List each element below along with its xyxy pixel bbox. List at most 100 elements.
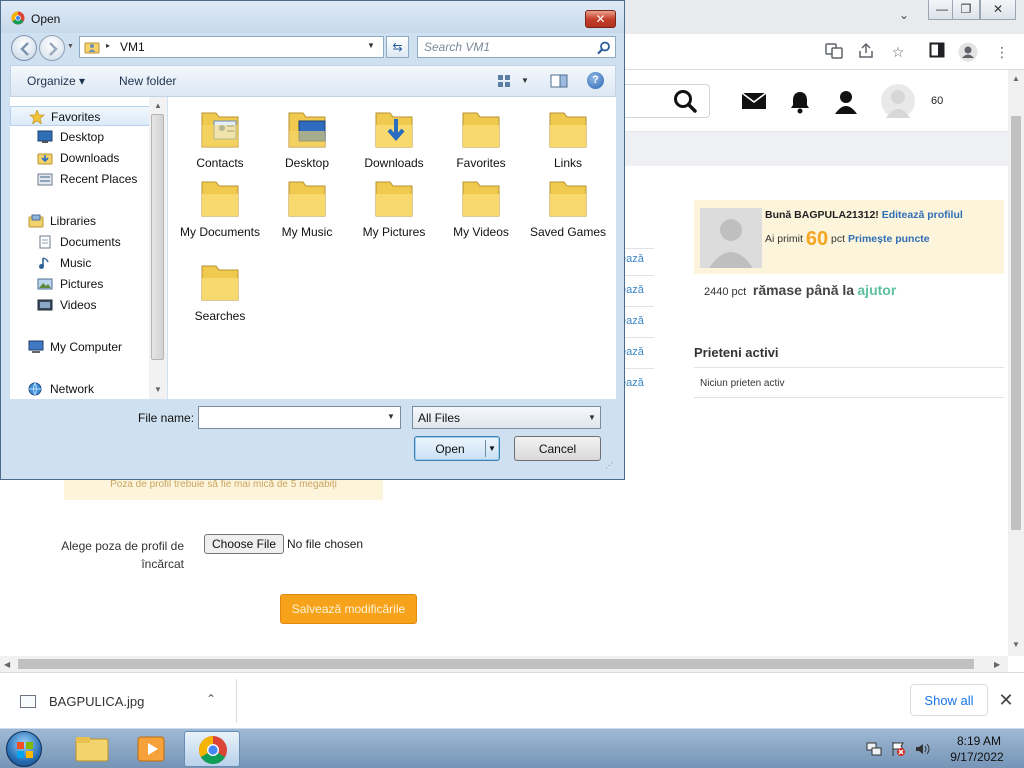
nav-item-network[interactable]: Network [10, 379, 150, 399]
browser-menu-icon[interactable]: ⋮ [992, 42, 1012, 62]
file-name-dropdown-icon[interactable]: ▼ [387, 412, 395, 421]
help-icon[interactable]: ? [587, 72, 604, 89]
browser-restore-button[interactable]: ❐ [952, 0, 980, 20]
address-bar[interactable]: ▸ VM1 ▼ [79, 36, 384, 58]
scroll-up-arrow-icon[interactable]: ▲ [1012, 74, 1020, 83]
folder-my-videos[interactable]: My Videos [437, 174, 521, 246]
resize-grip-icon[interactable]: ⋰ [605, 461, 617, 473]
folder-my-music[interactable]: My Music [263, 174, 347, 246]
address-chevron-icon[interactable]: ▸ [106, 41, 110, 50]
side-panel-icon[interactable] [927, 42, 947, 62]
folder-favorites[interactable]: Favorites [437, 105, 521, 177]
show-all-downloads-button[interactable]: Show all [910, 684, 988, 716]
nav-item-my-computer[interactable]: My Computer [10, 337, 150, 357]
get-points-link[interactable]: Primește puncte [848, 233, 930, 245]
nav-item-favorites[interactable]: Favorites [10, 106, 150, 126]
chevron-up-icon[interactable]: ⌃ [206, 692, 220, 706]
side-link[interactable]: ează [620, 284, 654, 296]
vertical-scroll-thumb[interactable] [1011, 116, 1021, 530]
navigation-scrollbar[interactable]: ▲ ▼ [149, 97, 167, 399]
folder-saved-games[interactable]: Saved Games [524, 174, 608, 246]
folder-my-pictures[interactable]: My Pictures [350, 174, 434, 246]
nav-item-desktop[interactable]: Desktop [10, 127, 150, 147]
view-options-dropdown-icon[interactable]: ▼ [521, 76, 529, 85]
mail-icon[interactable] [741, 90, 767, 114]
notification-bell-icon[interactable] [789, 90, 815, 114]
nav-item-recent-places[interactable]: Recent Places [10, 169, 150, 189]
nav-item-libraries[interactable]: Libraries [10, 211, 150, 231]
side-link[interactable]: ează [620, 377, 654, 389]
start-button[interactable] [6, 731, 42, 767]
clock-time[interactable]: 8:19 AM [948, 734, 1010, 748]
new-folder-button[interactable]: New folder [119, 74, 176, 88]
points-value: 60 [805, 228, 829, 250]
media-player-taskbar-icon[interactable] [124, 731, 180, 767]
tab-search-chevron-icon[interactable]: ⌄ [896, 8, 912, 24]
nav-item-music[interactable]: Music [10, 253, 150, 273]
nav-scroll-up-icon[interactable]: ▲ [154, 101, 162, 110]
dialog-title-bar[interactable]: Open ✕ [1, 1, 624, 33]
organize-button[interactable]: Organize ▾ [27, 74, 85, 88]
vertical-scrollbar[interactable]: ▲ ▼ [1008, 70, 1024, 656]
search-input[interactable] [417, 36, 616, 58]
action-center-flag-icon[interactable] [890, 741, 906, 760]
open-button[interactable]: Open ▼ [414, 436, 500, 461]
clock-date[interactable]: 9/17/2022 [942, 750, 1012, 764]
points-line: Ai primit 60 pct Primește puncte [765, 228, 930, 250]
close-download-shelf-icon[interactable]: ✕ [998, 690, 1014, 710]
recent-locations-dropdown-icon[interactable]: ▼ [67, 43, 75, 53]
scroll-down-arrow-icon[interactable]: ▼ [1012, 640, 1020, 649]
side-link[interactable]: ează [620, 346, 654, 358]
dialog-close-button[interactable]: ✕ [585, 10, 616, 28]
help-link[interactable]: ajutor [857, 282, 896, 298]
preview-pane-icon[interactable] [550, 74, 568, 88]
share-icon[interactable] [856, 42, 876, 62]
download-file-name[interactable]: BAGPULICA.jpg [49, 694, 144, 709]
folder-links[interactable]: Links [524, 105, 608, 177]
file-type-dropdown-icon[interactable]: ▼ [588, 413, 596, 422]
navigation-scroll-thumb[interactable] [151, 114, 164, 360]
refresh-icon[interactable]: ⇆ [386, 36, 409, 58]
side-link[interactable]: ează [620, 315, 654, 327]
nav-item-pictures[interactable]: Pictures [10, 274, 150, 294]
scroll-right-arrow-icon[interactable]: ▶ [994, 660, 1000, 669]
dialog-title: Open [31, 12, 61, 26]
volume-icon[interactable] [914, 741, 930, 760]
profile-icon[interactable] [958, 42, 978, 62]
folder-my-documents[interactable]: My Documents [176, 174, 260, 246]
folder-desktop[interactable]: Desktop [263, 105, 347, 177]
avatar[interactable] [881, 84, 915, 118]
scroll-left-arrow-icon[interactable]: ◀ [4, 660, 10, 669]
chrome-taskbar-icon[interactable] [184, 731, 240, 767]
horizontal-scrollbar[interactable]: ◀ ▶ [0, 656, 1008, 672]
nav-item-documents[interactable]: Documents [10, 232, 150, 252]
side-link[interactable]: ează [620, 253, 654, 265]
edit-profile-link[interactable]: Editează profilul [882, 209, 963, 221]
save-changes-button[interactable]: Salvează modificările [280, 594, 417, 624]
nav-scroll-down-icon[interactable]: ▼ [154, 385, 162, 394]
bookmark-star-icon[interactable]: ☆ [888, 42, 908, 62]
browser-close-button[interactable]: ✕ [980, 0, 1016, 20]
horizontal-scroll-thumb[interactable] [18, 659, 974, 669]
search-icon[interactable] [597, 41, 611, 55]
address-dropdown-icon[interactable]: ▼ [367, 41, 375, 50]
translate-icon[interactable] [824, 42, 844, 62]
choose-file-button[interactable]: Choose File [204, 534, 284, 554]
search-icon[interactable] [672, 88, 698, 114]
network-tray-icon[interactable] [866, 741, 882, 760]
folder-contacts[interactable]: Contacts [176, 105, 260, 177]
forward-arrow-icon[interactable] [39, 35, 65, 61]
change-view-icon[interactable] [497, 74, 511, 88]
nav-item-videos[interactable]: Videos [10, 295, 150, 315]
address-path[interactable]: VM1 [120, 40, 145, 54]
file-type-select[interactable]: All Files ▼ [412, 406, 601, 429]
nav-item-downloads[interactable]: Downloads [10, 148, 150, 168]
file-explorer-taskbar-icon[interactable] [64, 731, 120, 767]
file-name-input[interactable] [198, 406, 401, 429]
open-options-dropdown-icon[interactable]: ▼ [488, 444, 496, 453]
back-arrow-icon[interactable] [11, 35, 37, 61]
user-account-icon[interactable] [833, 90, 859, 114]
folder-searches[interactable]: Searches [176, 258, 260, 330]
cancel-button[interactable]: Cancel [514, 436, 601, 461]
folder-downloads[interactable]: Downloads [350, 105, 434, 177]
